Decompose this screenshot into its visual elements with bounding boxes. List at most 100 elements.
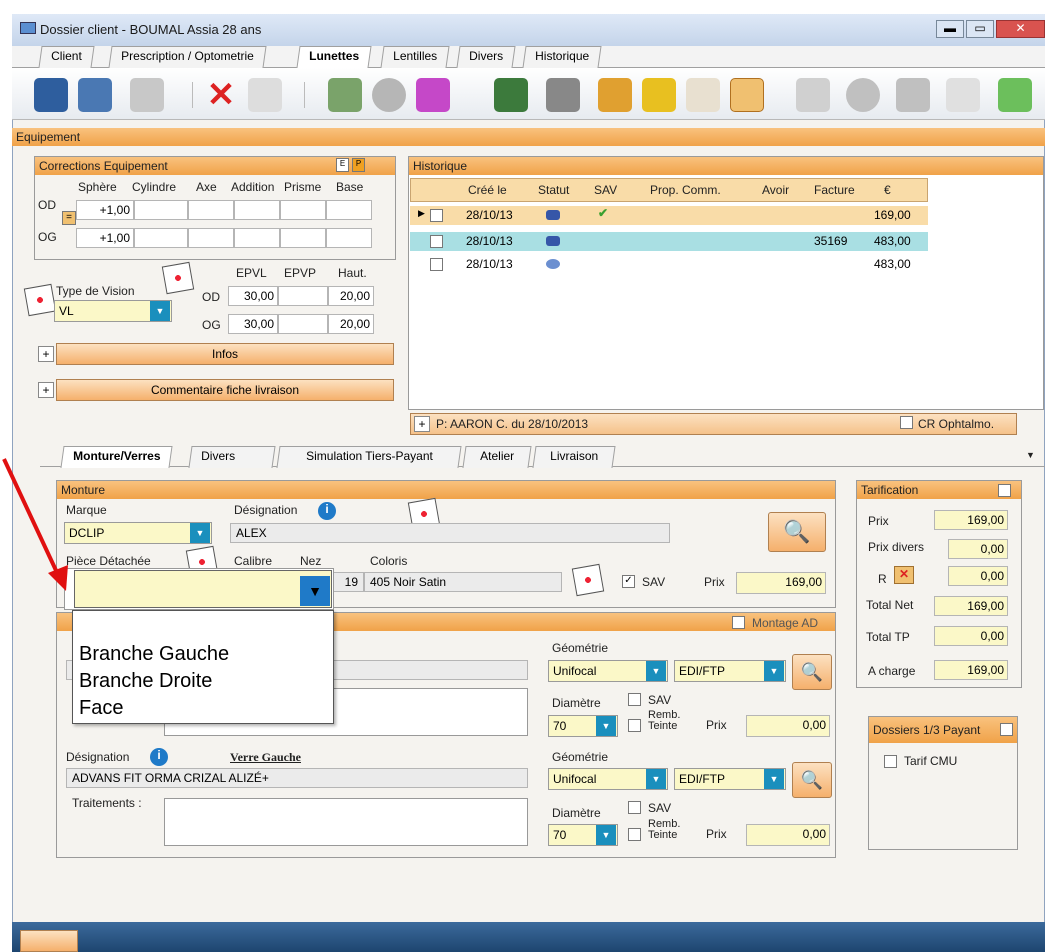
og-haut-field[interactable]: 20,00	[328, 314, 374, 334]
coloris-field[interactable]: 405 Noir Satin	[364, 572, 562, 592]
prix-field[interactable]: 169,00	[736, 572, 826, 594]
subtab-livraison[interactable]: Livraison	[532, 446, 616, 468]
tarif-cmu-checkbox[interactable]	[884, 755, 897, 768]
print-icon[interactable]	[130, 78, 164, 112]
infos-expand-icon[interactable]: +	[38, 346, 54, 362]
info-icon[interactable]: i	[150, 748, 168, 766]
option-face[interactable]: Face	[79, 697, 123, 720]
search-button[interactable]: 🔍	[768, 512, 826, 552]
comment-button[interactable]: Commentaire fiche livraison	[56, 379, 394, 401]
od-haut-field[interactable]: 20,00	[328, 286, 374, 306]
calculator-icon[interactable]	[796, 78, 830, 112]
glasses-icon[interactable]	[730, 78, 764, 112]
sav-checkbox[interactable]	[628, 801, 641, 814]
og-epvl-field[interactable]: 30,00	[228, 314, 278, 334]
export-icon[interactable]	[946, 78, 980, 112]
chevron-down-icon[interactable]: ▼	[150, 301, 170, 321]
corrections-p-button[interactable]: P	[352, 158, 365, 172]
search-tool-icon[interactable]	[846, 78, 880, 112]
tarif-value[interactable]: 0,00	[934, 626, 1008, 646]
subtab-divers[interactable]: Divers	[188, 446, 276, 468]
og-axe-field[interactable]	[188, 228, 234, 248]
tarif-value[interactable]: 0,00	[948, 566, 1008, 586]
chevron-down-icon[interactable]: ▼	[646, 661, 666, 681]
od-epvp-field[interactable]	[278, 286, 328, 306]
verre-gauche-designation-field[interactable]: ADVANS FIT ORMA CRIZAL ALIZÉ+	[66, 768, 528, 788]
og-prisme-field[interactable]	[280, 228, 326, 248]
prix-field[interactable]: 0,00	[746, 824, 830, 846]
dossiers-checkbox[interactable]	[1000, 723, 1013, 736]
nez-field[interactable]: 19	[330, 572, 364, 592]
option-branche-gauche[interactable]: Branche Gauche	[79, 643, 229, 666]
exit-icon[interactable]	[998, 78, 1032, 112]
tab-divers[interactable]: Divers	[456, 46, 516, 68]
chevron-down-icon[interactable]: ▼	[764, 661, 784, 681]
remise-icon[interactable]: ✕	[894, 566, 914, 584]
og-addition-field[interactable]	[234, 228, 280, 248]
chevron-down-icon[interactable]: ▼	[190, 523, 210, 543]
card-icon[interactable]	[416, 78, 450, 112]
prescription-expand-icon[interactable]: +	[414, 416, 430, 432]
status-tab[interactable]	[20, 930, 78, 952]
cr-ophtalmo-checkbox[interactable]	[900, 416, 913, 429]
maximize-button[interactable]: ▭	[966, 20, 994, 38]
save-icon[interactable]	[34, 78, 68, 112]
ivs-icon[interactable]	[494, 78, 528, 112]
chevron-down-icon[interactable]: ▼	[300, 576, 330, 606]
subtab-atelier[interactable]: Atelier	[462, 446, 532, 468]
remb-teinte-checkbox[interactable]	[628, 828, 641, 841]
table-row[interactable]: ▶ 28/10/13 ✔ 169,00	[410, 206, 928, 225]
document-icon[interactable]	[248, 78, 282, 112]
table-row[interactable]: 28/10/13 35169 483,00	[410, 232, 928, 251]
prix-field[interactable]: 0,00	[746, 715, 830, 737]
chevron-down-icon[interactable]: ▼	[596, 716, 616, 736]
row-checkbox[interactable]	[430, 209, 443, 222]
info-icon[interactable]: i	[318, 502, 336, 520]
row-checkbox[interactable]	[430, 258, 443, 271]
subtab-menu-icon[interactable]: ▼	[1026, 450, 1035, 460]
corrections-e-button[interactable]: E	[336, 158, 349, 172]
og-base-field[interactable]	[326, 228, 372, 248]
report-icon[interactable]	[328, 78, 362, 112]
users-icon[interactable]	[372, 78, 406, 112]
designation-field[interactable]: ALEX	[230, 523, 670, 543]
traitements-og-field[interactable]	[164, 798, 528, 846]
montage-ad-checkbox[interactable]	[732, 616, 745, 629]
close-button[interactable]: ✕	[996, 20, 1045, 38]
tab-lunettes[interactable]: Lunettes	[296, 46, 372, 68]
search-button[interactable]: 🔍	[792, 654, 832, 690]
tarif-value[interactable]: 0,00	[948, 539, 1008, 559]
od-epvl-field[interactable]: 30,00	[228, 286, 278, 306]
sav-checkbox[interactable]	[628, 693, 641, 706]
cash-register-icon[interactable]	[896, 78, 930, 112]
od-prisme-field[interactable]	[280, 200, 326, 220]
od-sphere-field[interactable]: +1,00	[76, 200, 134, 220]
od-base-field[interactable]	[326, 200, 372, 220]
delete-icon[interactable]: ✕	[204, 78, 238, 112]
search-button[interactable]: 🔍	[792, 762, 832, 798]
hand-icon[interactable]	[598, 78, 632, 112]
envelope-icon[interactable]	[686, 78, 720, 112]
og-epvp-field[interactable]	[278, 314, 328, 334]
remb-teinte-checkbox[interactable]	[628, 719, 641, 732]
tarif-value[interactable]: 169,00	[934, 596, 1008, 616]
infos-button[interactable]: Infos	[56, 343, 394, 365]
od-cylindre-field[interactable]	[134, 200, 188, 220]
chevron-down-icon[interactable]: ▼	[646, 769, 666, 789]
tarif-value[interactable]: 169,00	[934, 660, 1008, 680]
equal-button[interactable]: =	[62, 211, 76, 225]
od-axe-field[interactable]	[188, 200, 234, 220]
piece-detachee-select[interactable]	[74, 570, 332, 608]
sav-icon[interactable]	[23, 283, 57, 317]
sav-checkbox[interactable]: ✓	[622, 575, 635, 588]
row-checkbox[interactable]	[430, 235, 443, 248]
tarif-value[interactable]: 169,00	[934, 510, 1008, 530]
od-addition-field[interactable]	[234, 200, 280, 220]
option-branche-droite[interactable]: Branche Droite	[79, 670, 212, 693]
icom-icon[interactable]	[546, 78, 580, 112]
og-sphere-field[interactable]: +1,00	[76, 228, 134, 248]
save-copy-icon[interactable]	[78, 78, 112, 112]
chevron-down-icon[interactable]: ▼	[596, 825, 616, 845]
sav-icon[interactable]	[161, 261, 195, 295]
minimize-button[interactable]: ▬	[936, 20, 964, 38]
